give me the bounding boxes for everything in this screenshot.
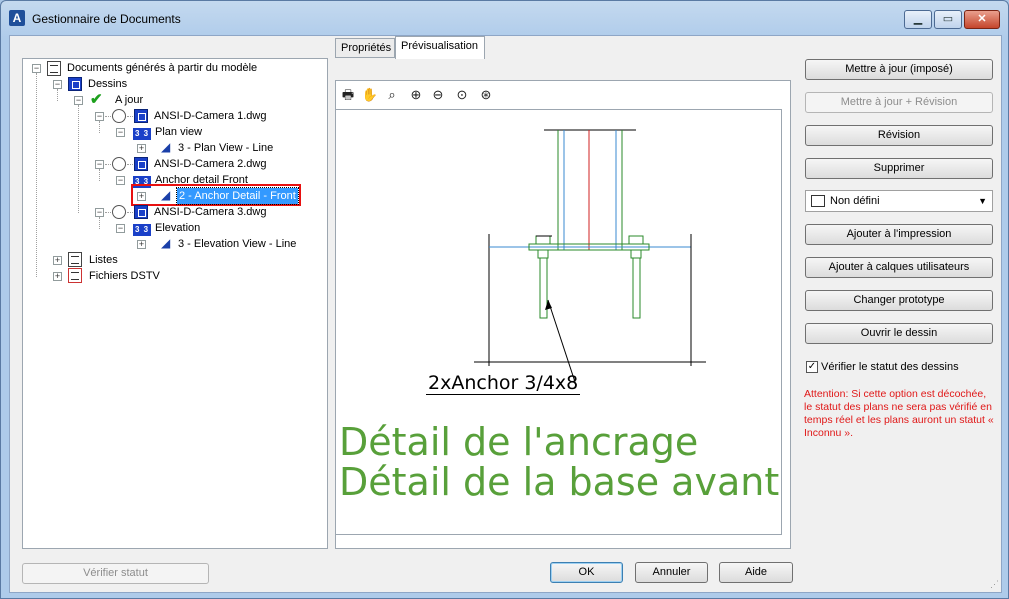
tree-node-cam3[interactable]: ANSI-D-Camera 3.dwg [154, 204, 266, 220]
tab-preview[interactable]: Prévisualisation [395, 36, 485, 59]
pan-icon[interactable]: ✋ [360, 85, 380, 105]
line-view-icon: ◢ [161, 188, 171, 202]
resize-grip-icon[interactable]: ⋰ [990, 579, 999, 590]
tree-node-root[interactable]: Documents générés à partir du modèle [67, 60, 257, 76]
list-icon [68, 252, 82, 267]
status-circle-icon [112, 157, 126, 171]
dwg-icon [134, 157, 148, 171]
window-title: Gestionnaire de Documents [32, 12, 181, 26]
tree-node-cam1[interactable]: ANSI-D-Camera 1.dwg [154, 108, 266, 124]
line-view-icon: ◢ [161, 236, 171, 250]
expander-cam2-view[interactable]: − [116, 176, 125, 185]
zoom-in-icon[interactable]: ⊕ [406, 85, 426, 105]
expander-root[interactable]: − [32, 64, 41, 73]
verify-status-label: Vérifier le statut des dessins [821, 361, 959, 373]
preview-panel: 🖶 ✋ ⌕ ⊕ ⊖ ⊙ ⊛ 2xAnchor 3/4x8 Détail de l… [335, 80, 791, 549]
expander-cam3[interactable]: − [95, 208, 104, 217]
expander-cam1-item[interactable]: + [137, 144, 146, 153]
tree-node-cam1-view[interactable]: Plan view [155, 124, 202, 140]
view-icon: 3 3 [133, 128, 151, 140]
open-drawing-button[interactable]: Ouvrir le dessin [805, 323, 993, 344]
anchor-dimension-label: 2xAnchor 3/4x8 [426, 372, 581, 395]
documents-icon [47, 61, 61, 76]
expander-cam2[interactable]: − [95, 160, 104, 169]
warning-text: Attention: Si cette option est décochée,… [804, 388, 994, 439]
drawings-icon [68, 77, 82, 91]
print-icon[interactable]: 🖶 [338, 85, 358, 105]
help-button[interactable]: Aide [719, 562, 793, 583]
document-manager-window: A Gestionnaire de Documents ▁ ▭ ✕ − Docu… [0, 0, 1009, 599]
tree-node-cam3-view[interactable]: Elevation [155, 220, 200, 236]
tree-node-a-jour[interactable]: A jour [115, 92, 143, 108]
expander-dessins[interactable]: − [53, 80, 62, 89]
line-view-icon: ◢ [161, 140, 171, 154]
color-swatch [811, 195, 825, 207]
change-prototype-button[interactable]: Changer prototype [805, 290, 993, 311]
expander-cam3-view[interactable]: − [116, 224, 125, 233]
document-tree[interactable]: − Documents générés à partir du modèle −… [22, 58, 328, 549]
add-to-user-layers-button[interactable]: Ajouter à calques utilisateurs [805, 257, 993, 278]
chevron-down-icon: ▼ [978, 196, 987, 206]
title-bar: A Gestionnaire de Documents ▁ ▭ ✕ [1, 1, 1008, 35]
zoom-extents-icon[interactable]: ⊛ [476, 85, 496, 105]
tree-node-dessins[interactable]: Dessins [88, 76, 127, 92]
tree-node-dstv[interactable]: Fichiers DSTV [89, 268, 160, 284]
dwg-icon [134, 109, 148, 123]
drawing-title-line1: Détail de l'ancrage [339, 420, 699, 464]
maximize-button[interactable]: ▭ [934, 10, 962, 29]
tree-node-cam2[interactable]: ANSI-D-Camera 2.dwg [154, 156, 266, 172]
checkmark-icon: ✔ [90, 91, 103, 108]
dwg-icon [134, 205, 148, 219]
add-to-print-button[interactable]: Ajouter à l'impression [805, 224, 993, 245]
expander-listes[interactable]: + [53, 256, 62, 265]
cancel-button[interactable]: Annuler [635, 562, 708, 583]
status-circle-icon [112, 205, 126, 219]
view-icon: 3 3 [133, 224, 151, 236]
zoom-realtime-icon[interactable]: ⌕ [382, 85, 402, 105]
status-combo[interactable]: Non défini ▼ [805, 190, 993, 212]
verify-status-checkbox[interactable]: ✓ [806, 361, 818, 373]
update-forced-button[interactable]: Mettre à jour (imposé) [805, 59, 993, 80]
ok-button[interactable]: OK [550, 562, 623, 583]
drawing-title-line2: Détail de la base avant [339, 460, 780, 504]
expander-cam2-item[interactable]: + [137, 192, 146, 201]
tree-node-cam2-item-selected[interactable]: 2 - Anchor Detail - Front [176, 187, 299, 205]
tree-node-cam3-item[interactable]: 3 - Elevation View - Line [178, 236, 296, 252]
verify-status-button[interactable]: Vérifier statut [22, 563, 209, 584]
revision-button[interactable]: Révision [805, 125, 993, 146]
expander-a-jour[interactable]: − [74, 96, 83, 105]
dstv-file-icon [68, 268, 82, 283]
expander-cam1[interactable]: − [95, 112, 104, 121]
status-combo-value: Non défini [830, 195, 880, 207]
tree-node-listes[interactable]: Listes [89, 252, 118, 268]
expander-cam3-item[interactable]: + [137, 240, 146, 249]
status-circle-icon [112, 109, 126, 123]
update-revision-button[interactable]: Mettre à jour + Révision [805, 92, 993, 113]
tab-properties[interactable]: Propriétés [335, 38, 395, 58]
dialog-client-area: − Documents générés à partir du modèle −… [9, 35, 1002, 593]
app-icon: A [9, 10, 25, 26]
tree-node-cam1-item[interactable]: 3 - Plan View - Line [178, 140, 273, 156]
expander-cam1-view[interactable]: − [116, 128, 125, 137]
minimize-button[interactable]: ▁ [904, 10, 932, 29]
zoom-window-icon[interactable]: ⊙ [452, 85, 472, 105]
drawing-preview-canvas[interactable]: 2xAnchor 3/4x8 Détail de l'ancrage Détai… [336, 109, 782, 535]
close-button[interactable]: ✕ [964, 10, 1000, 29]
delete-button[interactable]: Supprimer [805, 158, 993, 179]
expander-dstv[interactable]: + [53, 272, 62, 281]
zoom-out-icon[interactable]: ⊖ [428, 85, 448, 105]
